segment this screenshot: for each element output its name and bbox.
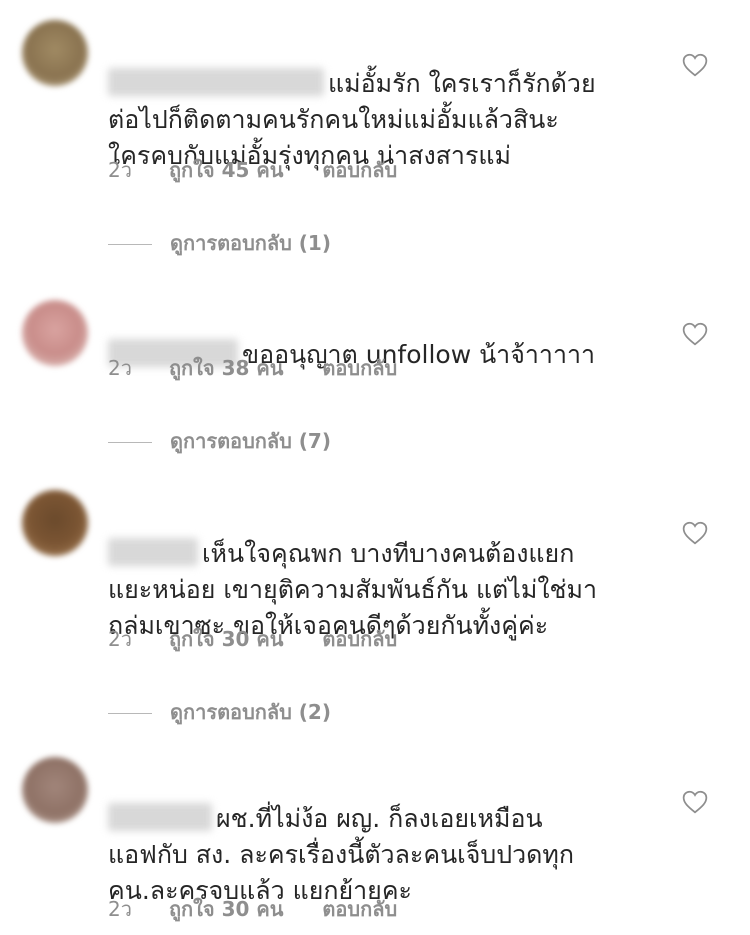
comment-timestamp: 2ว [108, 356, 132, 380]
heart-icon[interactable] [682, 53, 708, 77]
replies-divider [108, 713, 152, 714]
reply-button[interactable]: ตอบกลับ [322, 897, 397, 921]
comment-meta: 2ว ถูกใจ 30 คน ตอบกลับ [108, 623, 429, 655]
comment-meta: 2ว ถูกใจ 30 คน ตอบกลับ [108, 893, 429, 925]
likes-count-button[interactable]: ถูกใจ 30 คน [169, 897, 284, 921]
likes-count-button[interactable]: ถูกใจ 38 คน [169, 356, 284, 380]
view-replies-button[interactable]: ดูการตอบกลับ (2) [108, 696, 331, 728]
view-replies-label: ดูการตอบกลับ (7) [170, 429, 331, 453]
avatar[interactable] [22, 300, 88, 366]
heart-icon[interactable] [682, 790, 708, 814]
username-redacted[interactable] [108, 538, 198, 566]
heart-icon[interactable] [682, 521, 708, 545]
heart-icon[interactable] [682, 322, 708, 346]
avatar[interactable] [22, 490, 88, 556]
comment-timestamp: 2ว [108, 158, 132, 182]
view-replies-label: ดูการตอบกลับ (1) [170, 231, 331, 255]
avatar[interactable] [22, 757, 88, 823]
replies-divider [108, 244, 152, 245]
likes-count-button[interactable]: ถูกใจ 30 คน [169, 627, 284, 651]
comment-meta: 2ว ถูกใจ 45 คน ตอบกลับ [108, 154, 429, 186]
likes-count-button[interactable]: ถูกใจ 45 คน [169, 158, 284, 182]
comment-timestamp: 2ว [108, 897, 132, 921]
avatar[interactable] [22, 20, 88, 86]
reply-button[interactable]: ตอบกลับ [322, 627, 397, 651]
reply-button[interactable]: ตอบกลับ [322, 158, 397, 182]
username-redacted[interactable] [108, 803, 212, 831]
comment-timestamp: 2ว [108, 627, 132, 651]
username-redacted[interactable] [108, 68, 324, 96]
view-replies-label: ดูการตอบกลับ (2) [170, 700, 331, 724]
view-replies-button[interactable]: ดูการตอบกลับ (7) [108, 425, 331, 457]
comment-meta: 2ว ถูกใจ 38 คน ตอบกลับ [108, 352, 429, 384]
replies-divider [108, 442, 152, 443]
view-replies-button[interactable]: ดูการตอบกลับ (1) [108, 227, 331, 259]
reply-button[interactable]: ตอบกลับ [322, 356, 397, 380]
